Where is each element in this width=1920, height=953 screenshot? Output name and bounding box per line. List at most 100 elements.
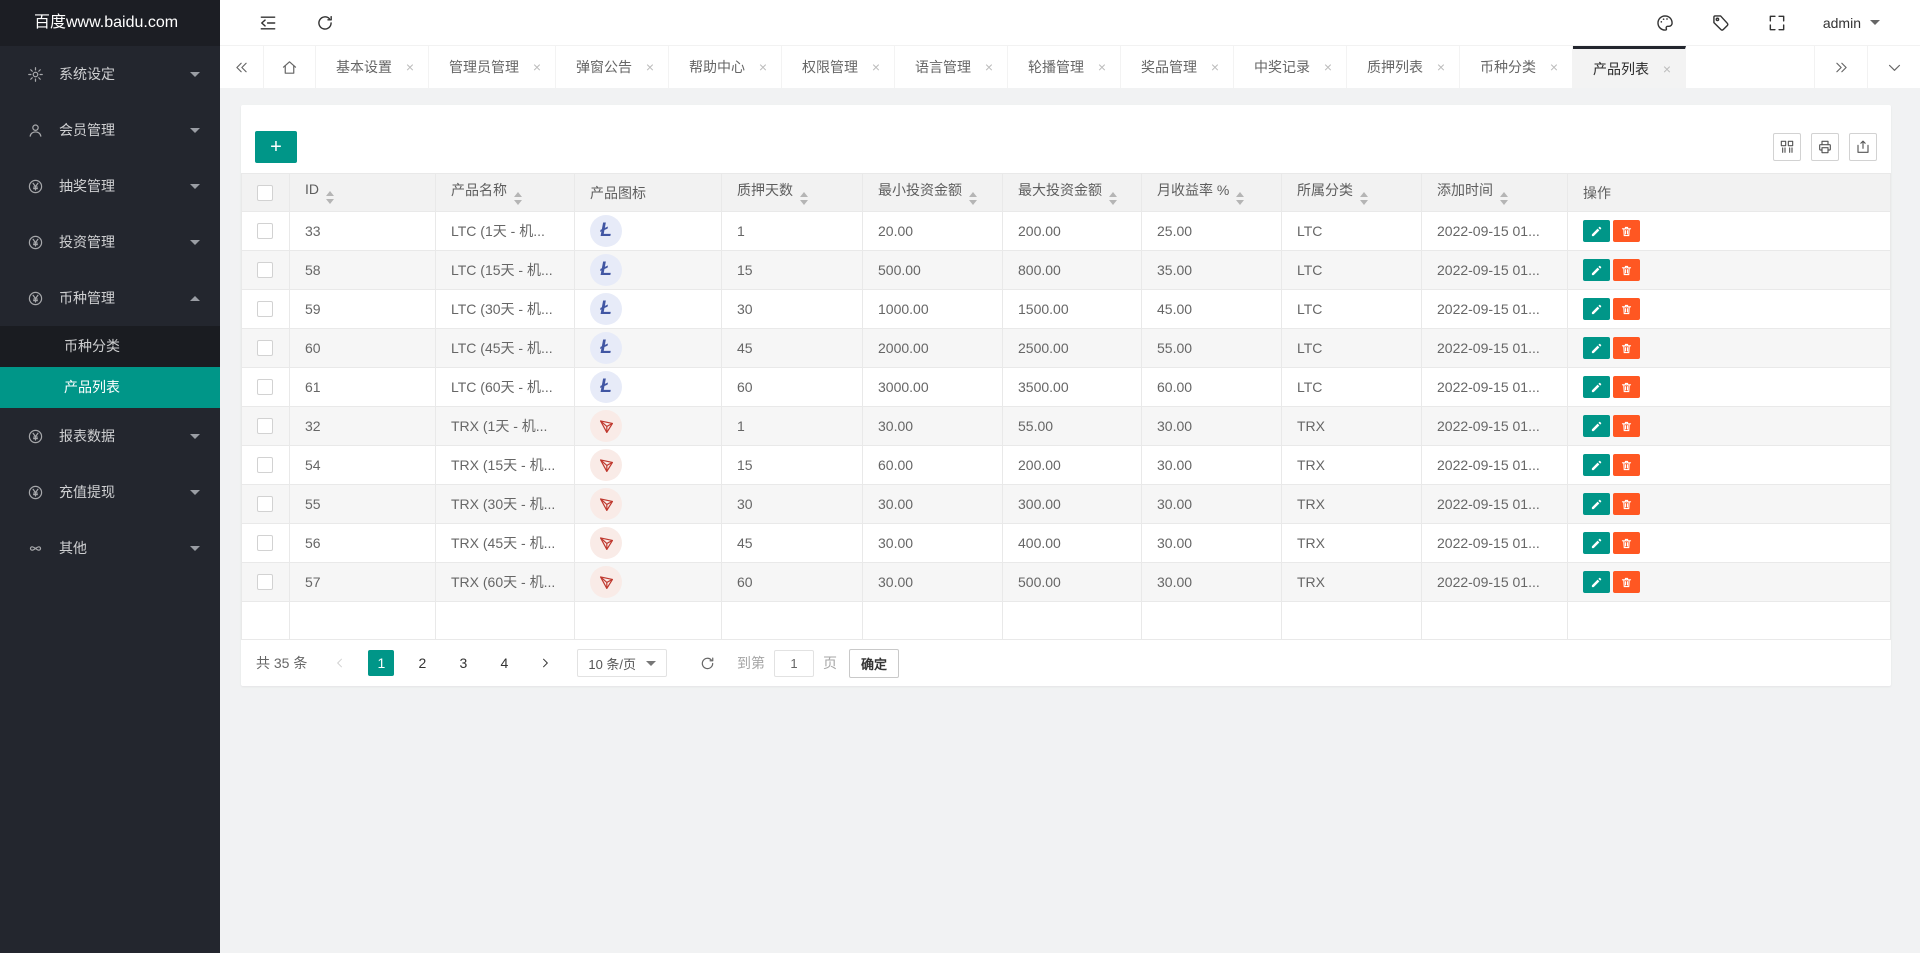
sidebar-item-5[interactable]: 币种管理 (0, 270, 220, 326)
page-button-1[interactable]: 1 (368, 650, 395, 676)
sort-icon[interactable] (1236, 192, 1245, 205)
delete-button[interactable] (1613, 493, 1640, 515)
sort-desc-icon[interactable] (514, 200, 522, 205)
sidebar-item-3[interactable]: 抽奖管理 (0, 158, 220, 214)
row-checkbox[interactable] (257, 535, 273, 551)
close-tab-icon[interactable]: × (1207, 59, 1223, 75)
column-header-time[interactable]: 添加时间 (1421, 173, 1568, 212)
column-header-rate[interactable]: 月收益率 % (1141, 173, 1282, 212)
edit-button[interactable] (1583, 415, 1610, 437)
column-header-name[interactable]: 产品名称 (435, 173, 575, 212)
sort-asc-icon[interactable] (1360, 192, 1368, 197)
close-tab-icon[interactable]: × (1094, 59, 1110, 75)
sort-asc-icon[interactable] (1236, 192, 1245, 197)
sort-icon[interactable] (800, 192, 808, 205)
tab-6[interactable]: 语言管理 × (895, 46, 1008, 88)
sidebar-item-1[interactable]: 系统设定 (0, 46, 220, 102)
delete-button[interactable] (1613, 298, 1640, 320)
sort-icon[interactable] (969, 192, 977, 205)
page-button-4[interactable]: 4 (491, 650, 517, 676)
column-header-days[interactable]: 质押天数 (721, 173, 863, 212)
add-product-button[interactable]: + (255, 131, 297, 163)
close-tab-icon[interactable]: × (868, 59, 884, 75)
sort-icon[interactable] (514, 192, 522, 205)
goto-confirm-button[interactable]: 确定 (849, 648, 900, 678)
column-header-id[interactable]: ID (289, 173, 436, 212)
sort-asc-icon[interactable] (1109, 192, 1117, 197)
sort-asc-icon[interactable] (800, 192, 808, 197)
tab-3[interactable]: 弹窗公告 × (556, 46, 669, 88)
page-button-2[interactable]: 2 (409, 650, 435, 676)
tab-12[interactable]: 产品列表 × (1573, 46, 1686, 88)
row-checkbox[interactable] (257, 457, 273, 473)
sidebar-subitem[interactable]: 币种分类 (0, 326, 220, 367)
edit-button[interactable] (1583, 532, 1610, 554)
edit-button[interactable] (1583, 571, 1610, 593)
tabs-scroll-left-button[interactable] (220, 46, 264, 88)
row-checkbox[interactable] (257, 574, 273, 590)
sort-desc-icon[interactable] (969, 200, 977, 205)
fullscreen-icon[interactable] (1767, 13, 1787, 33)
tabs-more-button[interactable] (1867, 46, 1920, 88)
close-tab-icon[interactable]: × (1433, 59, 1449, 75)
sidebar-item-2[interactable]: 会员管理 (0, 102, 220, 158)
tab-2[interactable]: 管理员管理 × (429, 46, 556, 88)
print-button[interactable] (1811, 133, 1839, 161)
tabs-scroll-right-button[interactable] (1814, 46, 1867, 88)
close-tab-icon[interactable]: × (529, 59, 545, 75)
sidebar-item-6[interactable]: 报表数据 (0, 408, 220, 464)
tag-icon[interactable] (1711, 13, 1731, 33)
user-menu[interactable]: admin (1823, 15, 1880, 31)
edit-button[interactable] (1583, 259, 1610, 281)
delete-button[interactable] (1613, 454, 1640, 476)
export-button[interactable] (1849, 133, 1877, 161)
row-checkbox[interactable] (257, 223, 273, 239)
column-header-max[interactable]: 最大投资金额 (1002, 173, 1142, 212)
close-tab-icon[interactable]: × (755, 59, 771, 75)
delete-button[interactable] (1613, 337, 1640, 359)
tab-7[interactable]: 轮播管理 × (1008, 46, 1121, 88)
page-size-select[interactable]: 10 条/页 (577, 649, 668, 677)
sort-asc-icon[interactable] (969, 192, 977, 197)
sidebar-item-7[interactable]: 充值提现 (0, 464, 220, 520)
sidebar-item-8[interactable]: 其他 (0, 520, 220, 576)
delete-button[interactable] (1613, 376, 1640, 398)
delete-button[interactable] (1613, 571, 1640, 593)
row-checkbox[interactable] (257, 301, 273, 317)
sort-asc-icon[interactable] (514, 192, 522, 197)
delete-button[interactable] (1613, 415, 1640, 437)
sort-asc-icon[interactable] (1500, 192, 1508, 197)
row-checkbox[interactable] (257, 262, 273, 278)
sort-icon[interactable] (1500, 192, 1508, 205)
sort-icon[interactable] (1360, 192, 1368, 205)
tab-1[interactable]: 基本设置 × (316, 46, 429, 88)
edit-button[interactable] (1583, 298, 1610, 320)
sidebar-item-4[interactable]: 投资管理 (0, 214, 220, 270)
close-tab-icon[interactable]: × (402, 59, 418, 75)
edit-button[interactable] (1583, 220, 1610, 242)
column-header-category[interactable]: 所属分类 (1281, 173, 1422, 212)
home-tab[interactable] (264, 46, 316, 88)
tab-4[interactable]: 帮助中心 × (669, 46, 782, 88)
pagination-refresh-button[interactable] (693, 649, 721, 677)
sort-icon[interactable] (1109, 192, 1117, 205)
edit-button[interactable] (1583, 376, 1610, 398)
goto-page-input[interactable] (774, 649, 815, 677)
row-checkbox[interactable] (257, 496, 273, 512)
select-all-checkbox[interactable] (257, 184, 273, 201)
edit-button[interactable] (1583, 337, 1610, 359)
page-button-3[interactable]: 3 (450, 650, 476, 676)
sort-desc-icon[interactable] (800, 200, 808, 205)
tab-11[interactable]: 币种分类 × (1460, 46, 1573, 88)
sort-desc-icon[interactable] (1360, 200, 1368, 205)
close-tab-icon[interactable]: × (981, 59, 997, 75)
delete-button[interactable] (1613, 259, 1640, 281)
edit-button[interactable] (1583, 493, 1610, 515)
tab-10[interactable]: 质押列表 × (1347, 46, 1460, 88)
sort-desc-icon[interactable] (1236, 200, 1245, 205)
sidebar-subitem[interactable]: 产品列表 (0, 367, 220, 408)
edit-button[interactable] (1583, 454, 1610, 476)
collapse-sidebar-icon[interactable] (258, 13, 278, 33)
delete-button[interactable] (1613, 532, 1640, 554)
close-tab-icon[interactable]: × (1659, 61, 1675, 77)
